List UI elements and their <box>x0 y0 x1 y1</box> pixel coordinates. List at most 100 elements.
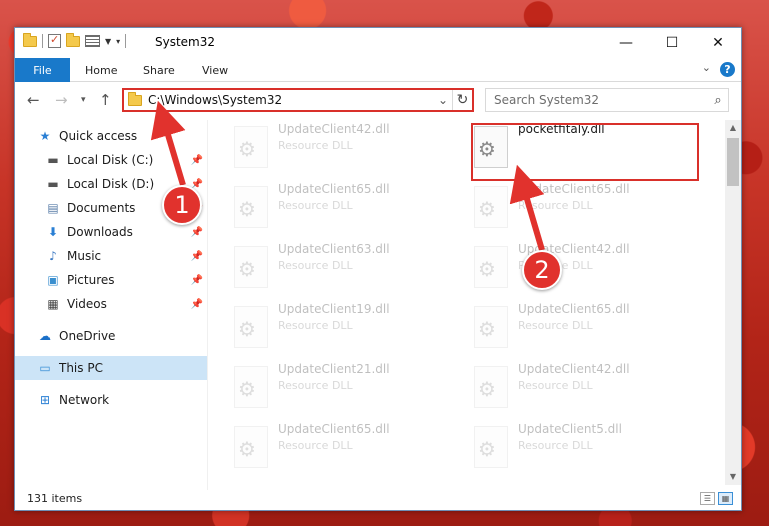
details-view-icon[interactable]: ☰ <box>700 492 715 505</box>
sidebar-item-this-pc[interactable]: ▭ This PC <box>15 356 207 380</box>
sidebar-item-label: Local Disk (D:) <box>67 177 155 191</box>
sidebar-item-network[interactable]: ⊞ Network <box>15 388 207 412</box>
dll-file-icon <box>474 306 508 348</box>
file-item[interactable]: UpdateClient65.dll Resource DLL <box>234 182 459 237</box>
sidebar-item-label: Music <box>67 249 102 263</box>
file-type: Resource DLL <box>278 139 353 152</box>
tab-share[interactable]: Share <box>143 58 175 82</box>
search-box[interactable]: Search System32 ⌕ <box>485 88 729 112</box>
file-item[interactable]: UpdateClient63.dll Resource DLL <box>234 242 459 297</box>
file-type: Resource DLL <box>278 319 353 332</box>
pin-icon[interactable]: 📌 <box>191 155 203 166</box>
file-item[interactable]: UpdateClient65.dll Resource DLL <box>474 302 699 357</box>
file-type: Resource DLL <box>518 379 593 392</box>
sidebar-item-onedrive[interactable]: ☁ OneDrive <box>15 324 207 348</box>
navigation-bar: ← → ▾ ↑ C:\Windows\System32 ⌄ ↻ Search S… <box>15 83 741 117</box>
star-icon: ★ <box>39 129 51 143</box>
file-name: UpdateClient5.dll <box>518 422 622 436</box>
sidebar-item-label: Videos <box>67 297 107 311</box>
chevron-down-icon[interactable]: ▼ <box>105 37 111 46</box>
vertical-scrollbar[interactable]: ▲ ▼ <box>725 120 741 485</box>
view-options-icon[interactable] <box>85 35 100 47</box>
pin-icon[interactable]: 📌 <box>191 251 203 262</box>
file-item[interactable]: UpdateClient65.dll Resource DLL <box>234 422 459 477</box>
pin-icon[interactable]: 📌 <box>191 299 203 310</box>
scrollbar-thumb[interactable] <box>727 138 739 186</box>
close-button[interactable]: ✕ <box>695 28 741 58</box>
sidebar-item-label: This PC <box>59 361 103 375</box>
scroll-down-icon[interactable]: ▼ <box>725 469 741 485</box>
refresh-icon[interactable]: ↻ <box>452 90 472 110</box>
dll-file-icon <box>234 306 268 348</box>
drive-icon: ▬ <box>47 177 59 191</box>
drive-icon: ▬ <box>47 153 59 167</box>
tab-file[interactable]: File <box>15 58 70 82</box>
back-arrow-icon[interactable]: ← <box>27 91 40 109</box>
pin-icon[interactable]: 📌 <box>191 227 203 238</box>
scroll-up-icon[interactable]: ▲ <box>725 120 741 136</box>
sidebar-item-videos[interactable]: ▦ Videos 📌 <box>15 292 207 316</box>
recent-locations-icon[interactable]: ▾ <box>81 95 86 105</box>
sidebar-item-pictures[interactable]: ▣ Pictures 📌 <box>15 268 207 292</box>
forward-arrow-icon[interactable]: → <box>55 91 68 109</box>
documents-icon: ▤ <box>47 201 59 215</box>
sidebar-item-local-disk-c[interactable]: ▬ Local Disk (C:) 📌 <box>15 148 207 172</box>
file-name: UpdateClient19.dll <box>278 302 390 316</box>
file-item[interactable]: UpdateClient19.dll Resource DLL <box>234 302 459 357</box>
pane-divider[interactable] <box>207 120 208 490</box>
tab-home[interactable]: Home <box>85 58 117 82</box>
file-type: Resource DLL <box>278 439 353 452</box>
dll-file-icon <box>234 426 268 468</box>
dll-file-icon <box>474 426 508 468</box>
navigation-pane: ★ Quick access ▬ Local Disk (C:) 📌 ▬ Loc… <box>15 120 207 490</box>
music-icon: ♪ <box>49 249 57 263</box>
file-item[interactable]: UpdateClient42.dll Resource DLL <box>234 122 459 177</box>
address-bar[interactable]: C:\Windows\System32 ⌄ ↻ <box>122 88 474 112</box>
item-count: 131 items <box>27 491 83 505</box>
quick-access-toolbar: ▼ ▾ <box>23 32 127 48</box>
expand-ribbon-icon[interactable]: ⌄ <box>702 61 711 74</box>
search-icon[interactable]: ⌕ <box>708 93 728 108</box>
highlight-box-file <box>471 123 699 181</box>
up-arrow-icon[interactable]: ↑ <box>99 91 112 109</box>
file-name: UpdateClient65.dll <box>518 302 630 316</box>
file-item[interactable]: UpdateClient42.dllResource DLL <box>474 242 699 297</box>
window-title: System32 <box>155 35 216 49</box>
pin-icon[interactable]: 📌 <box>191 275 203 286</box>
toolbar-separator <box>125 34 127 48</box>
sidebar-item-music[interactable]: ♪ Music 📌 <box>15 244 207 268</box>
dll-file-icon <box>474 186 508 228</box>
sidebar-item-label: OneDrive <box>59 329 116 343</box>
address-path[interactable]: C:\Windows\System32 <box>148 93 434 107</box>
help-icon[interactable]: ? <box>720 62 735 77</box>
pictures-icon: ▣ <box>47 273 59 287</box>
chevron-down-icon[interactable]: ⌄ <box>434 93 452 107</box>
file-item[interactable]: UpdateClient42.dll Resource DLL <box>474 362 699 417</box>
minimize-button[interactable]: — <box>603 28 649 58</box>
file-type: Resource DLL <box>278 379 353 392</box>
folder-icon <box>128 91 142 106</box>
file-item[interactable]: UpdateClient5.dll Resource DLL <box>474 422 699 477</box>
step-2-badge: 2 <box>522 250 562 290</box>
sidebar-item-quick-access[interactable]: ★ Quick access <box>15 124 207 148</box>
new-folder-icon[interactable] <box>66 32 80 47</box>
sidebar-item-label: Downloads <box>67 225 133 239</box>
dll-file-icon <box>474 246 508 288</box>
toolbar-separator <box>42 34 43 48</box>
customize-toolbar-icon[interactable]: ▾ <box>116 37 120 46</box>
search-input[interactable]: Search System32 <box>494 93 708 107</box>
dll-file-icon <box>474 366 508 408</box>
tab-view[interactable]: View <box>202 58 228 82</box>
title-bar: ▼ ▾ System32 — ☐ ✕ <box>15 28 741 58</box>
large-icons-view-icon[interactable]: ▦ <box>718 492 733 505</box>
file-item[interactable]: UpdateClient21.dll Resource DLL <box>234 362 459 417</box>
properties-icon[interactable] <box>48 33 61 48</box>
dll-file-icon <box>234 126 268 168</box>
file-type: Resource DLL <box>518 439 593 452</box>
file-item[interactable]: UpdateClient65.dll Resource DLL <box>474 182 699 237</box>
file-name: UpdateClient42.dll <box>518 362 630 376</box>
maximize-button[interactable]: ☐ <box>649 28 695 58</box>
file-name: UpdateClient65.dll <box>278 422 390 436</box>
file-name: UpdateClient42.dll <box>278 122 390 136</box>
ribbon-tabs: File Home Share View ⌄ ? <box>15 58 741 82</box>
